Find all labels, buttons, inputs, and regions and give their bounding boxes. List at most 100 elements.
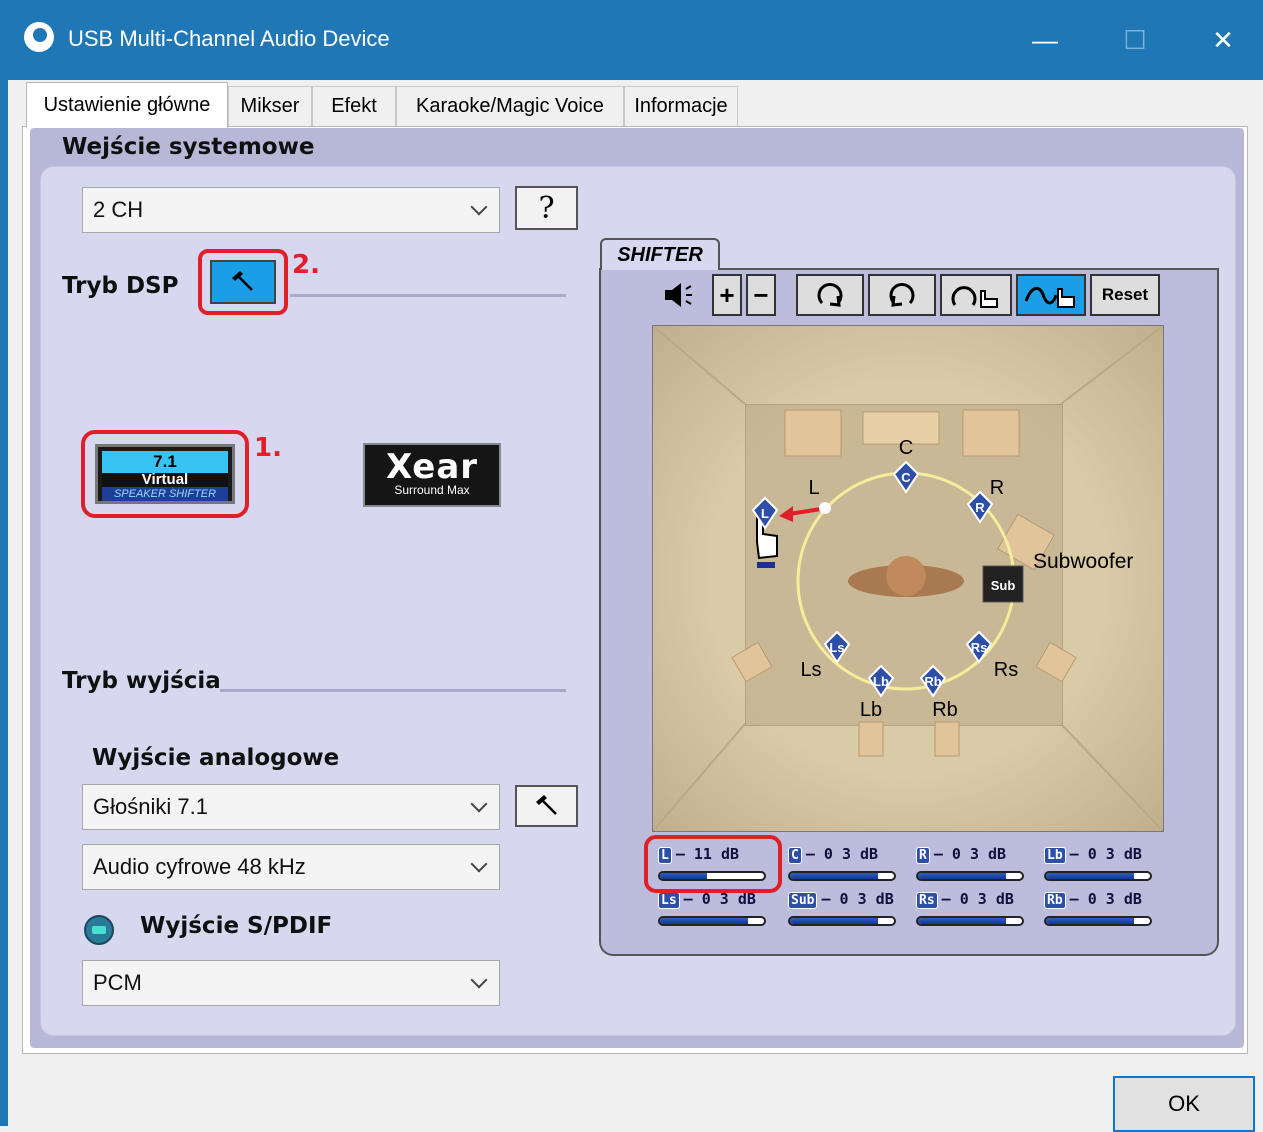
speaker-room-view[interactable]: C R L Sub Ls Rs Lb Rb C L R Subwoofer Ls… xyxy=(652,325,1164,832)
speakers-value: Głośniki 7.1 xyxy=(93,794,208,819)
channel-level-slider[interactable] xyxy=(916,871,1024,881)
dsp-mode-label: Tryb DSP xyxy=(62,273,179,299)
speaker-settings-button[interactable] xyxy=(515,785,578,827)
drag-move-button[interactable] xyxy=(1016,274,1086,316)
hammer-icon xyxy=(535,795,557,815)
channel-level-label: C – 0 3 dB xyxy=(788,845,878,864)
spdif-format-value: PCM xyxy=(93,970,142,995)
annotation-highlight xyxy=(81,430,249,518)
channels-select[interactable]: 2 CH xyxy=(82,187,500,233)
badge-label: R xyxy=(975,500,985,515)
annotation-highlight xyxy=(644,835,782,893)
channels-value: 2 CH xyxy=(93,197,144,222)
channel-label: Ls xyxy=(800,659,821,681)
channel-level-label: Lb – 0 3 dB xyxy=(1044,845,1142,864)
slider-fill xyxy=(918,918,1007,924)
tab-karaoke[interactable]: Karaoke/Magic Voice xyxy=(396,86,624,126)
channel-level-slider[interactable] xyxy=(916,916,1024,926)
channel-level-slider[interactable] xyxy=(788,916,896,926)
tab-mixer[interactable]: Mikser xyxy=(228,86,312,126)
minimize-button[interactable]: — xyxy=(1000,0,1090,80)
rotate-clockwise-button[interactable] xyxy=(796,274,864,316)
slider-fill xyxy=(790,873,879,879)
channel-label: Rb xyxy=(932,699,958,721)
help-button[interactable]: ? xyxy=(515,186,578,230)
zoom-out-button[interactable]: − xyxy=(746,274,776,316)
window-frame xyxy=(0,80,8,1126)
shifter-tab: SHIFTER xyxy=(600,238,720,270)
channel-label: Rs xyxy=(994,659,1018,681)
badge-label: Lb xyxy=(873,674,889,689)
chevron-down-icon xyxy=(470,971,488,989)
slider-fill xyxy=(1046,918,1135,924)
channel-level-slider[interactable] xyxy=(1044,871,1152,881)
speaker-icon xyxy=(665,283,692,307)
badge-label: L xyxy=(761,506,769,521)
logo-text: Xear xyxy=(385,447,479,487)
channel-label: C xyxy=(899,437,913,459)
drag-rotate-button[interactable] xyxy=(940,274,1012,316)
rotate-cw-icon xyxy=(817,283,843,307)
digital-audio-select[interactable]: Audio cyfrowe 48 kHz xyxy=(82,844,500,890)
spdif-output-label: Wyjście S/PDIF xyxy=(140,913,333,939)
divider xyxy=(290,294,566,297)
speaker-layout: C R L Sub Ls Rs Lb Rb C L R Subwoofer Ls… xyxy=(653,326,1163,831)
channel-level-slider[interactable] xyxy=(658,916,766,926)
chevron-down-icon xyxy=(470,198,488,216)
channel-badge: R xyxy=(916,847,930,864)
tab-main-settings[interactable]: Ustawienie główne xyxy=(26,82,228,128)
annotation-number: 2. xyxy=(292,250,320,280)
badge-label: Ls xyxy=(829,640,844,655)
channel-level-slider[interactable] xyxy=(1044,916,1152,926)
tab-info[interactable]: Informacje xyxy=(624,86,738,126)
speaker-mute-icon[interactable] xyxy=(658,274,708,316)
channel-label: Subwoofer xyxy=(1033,550,1133,573)
chevron-down-icon xyxy=(470,855,488,873)
channel-label: R xyxy=(990,477,1004,499)
hand-rotate-icon xyxy=(951,286,998,308)
channel-level-value: – 0 3 dB xyxy=(1069,845,1142,863)
channel-label: L xyxy=(808,477,819,499)
ok-button[interactable]: OK xyxy=(1113,1076,1255,1132)
channel-badge: Ls xyxy=(658,892,680,909)
channel-badge: Sub xyxy=(788,892,818,909)
slider-fill xyxy=(660,918,749,924)
system-input-title: Wejście systemowe xyxy=(62,134,315,160)
channel-level-label: Rb – 0 3 dB xyxy=(1044,890,1142,909)
close-button[interactable]: ✕ xyxy=(1178,0,1263,80)
badge-label: C xyxy=(901,470,911,485)
slider-fill xyxy=(790,918,879,924)
channel-level-slider[interactable] xyxy=(788,871,896,881)
channel-level-label: R – 0 3 dB xyxy=(916,845,1006,864)
slider-fill xyxy=(918,873,1007,879)
rotate-counterclockwise-button[interactable] xyxy=(868,274,936,316)
annotation-number: 1. xyxy=(254,433,282,463)
reset-button[interactable]: Reset xyxy=(1090,274,1160,316)
speakers-select[interactable]: Głośniki 7.1 xyxy=(82,784,500,830)
window-title: USB Multi-Channel Audio Device xyxy=(68,26,390,51)
channel-badge: C xyxy=(788,847,802,864)
channel-level-value: – 0 3 dB xyxy=(941,890,1014,908)
slider-fill xyxy=(1046,873,1135,879)
hand-wave-icon xyxy=(1024,287,1075,308)
divider xyxy=(220,689,566,692)
badge-label: Rs xyxy=(971,640,988,655)
badge-label: Rb xyxy=(924,674,941,689)
xear-surround-max-button[interactable]: Xear Surround Max xyxy=(363,443,501,507)
channel-level-value: – 0 3 dB xyxy=(933,845,1007,863)
channel-level-label: Rs – 0 3 dB xyxy=(916,890,1014,909)
app-icon xyxy=(24,22,54,52)
rotate-ccw-icon xyxy=(889,283,915,307)
channel-badge: Rb xyxy=(1044,892,1066,909)
zoom-in-button[interactable]: + xyxy=(712,274,742,316)
analog-output-label: Wyjście analogowe xyxy=(92,745,340,771)
channel-level-value: – 0 3 dB xyxy=(821,890,894,908)
tab-effect[interactable]: Efekt xyxy=(312,86,396,126)
spdif-format-select[interactable]: PCM xyxy=(82,960,500,1006)
maximize-button[interactable]: ☐ xyxy=(1090,0,1180,80)
channel-label: Lb xyxy=(860,699,882,721)
badge-label: Sub xyxy=(991,578,1016,593)
spdif-toggle-icon[interactable] xyxy=(84,915,114,945)
annotation-highlight xyxy=(198,249,288,315)
chevron-down-icon xyxy=(470,795,488,813)
